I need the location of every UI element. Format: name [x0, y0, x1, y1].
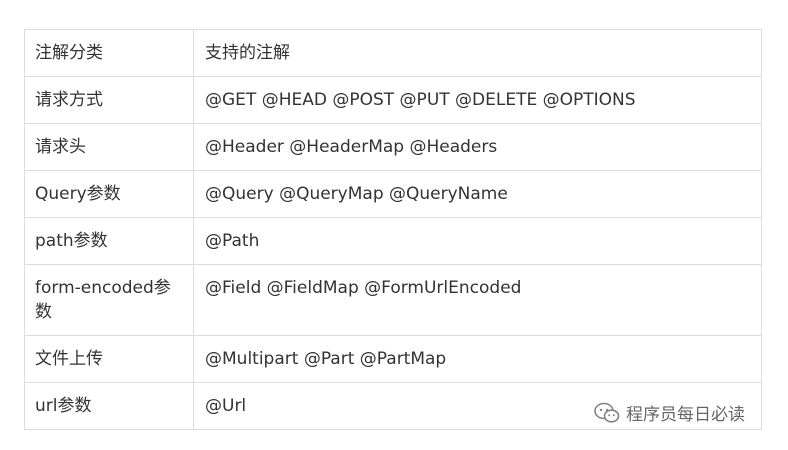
category-cell: Query参数	[24, 170, 194, 218]
category-cell: path参数	[24, 217, 194, 265]
category-cell: form-encoded参数	[24, 264, 194, 336]
header-category-cell: 注解分类	[24, 29, 194, 77]
watermark-text: 程序员每日必读	[626, 405, 745, 425]
table-row: path参数 @Path	[24, 217, 762, 265]
table-row: Query参数 @Query @QueryMap @QueryName	[24, 170, 762, 218]
annotations-cell: @Field @FieldMap @FormUrlEncoded	[193, 264, 762, 336]
annotations-cell: @Multipart @Part @PartMap	[193, 335, 762, 383]
header-annotations-cell: 支持的注解	[193, 29, 762, 77]
category-cell: 请求方式	[24, 76, 194, 124]
watermark: 程序员每日必读	[594, 400, 745, 425]
table-row: form-encoded参数 @Field @FieldMap @FormUrl…	[24, 264, 762, 336]
category-cell: url参数	[24, 382, 194, 430]
table-header-row: 注解分类 支持的注解	[24, 29, 762, 77]
annotations-cell: @GET @HEAD @POST @PUT @DELETE @OPTIONS	[193, 76, 762, 124]
wechat-icon	[594, 402, 620, 424]
annotations-cell: @Path	[193, 217, 762, 265]
annotation-table-container: 注解分类 支持的注解 请求方式 @GET @HEAD @POST @PUT @D…	[24, 29, 762, 430]
table-row: 请求方式 @GET @HEAD @POST @PUT @DELETE @OPTI…	[24, 76, 762, 124]
category-cell: 文件上传	[24, 335, 194, 383]
annotation-table: 注解分类 支持的注解 请求方式 @GET @HEAD @POST @PUT @D…	[24, 29, 762, 430]
annotations-cell: @Header @HeaderMap @Headers	[193, 123, 762, 171]
annotations-cell: @Query @QueryMap @QueryName	[193, 170, 762, 218]
table-row: 文件上传 @Multipart @Part @PartMap	[24, 335, 762, 383]
table-row: 请求头 @Header @HeaderMap @Headers	[24, 123, 762, 171]
category-cell: 请求头	[24, 123, 194, 171]
